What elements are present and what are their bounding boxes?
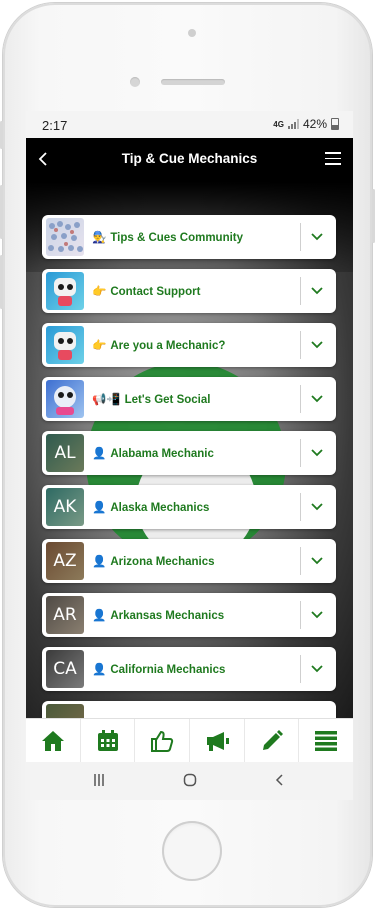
list-icon [315, 731, 338, 751]
list-item-arkansas-mechanics[interactable]: AR 👤 Arkansas Mechanics [42, 593, 336, 637]
mechanic-emoji: 👨‍🔧 [92, 232, 107, 244]
robot-thumbnail [46, 326, 84, 364]
person-icon: 👤 [92, 556, 107, 568]
volume-down-button [0, 255, 3, 309]
calendar-icon [97, 730, 118, 751]
chevron-down-icon[interactable] [309, 499, 325, 515]
robot-thumbnail [46, 272, 84, 310]
item-label: California Mechanics [110, 664, 226, 676]
list-item-arizona-mechanics[interactable]: AZ 👤 Arizona Mechanics [42, 539, 336, 583]
pencil-icon [262, 730, 283, 750]
volume-up-button [0, 185, 3, 239]
list-item-contact-support[interactable]: 👉 Contact Support [42, 269, 336, 313]
tab-menu[interactable] [299, 719, 353, 763]
earpiece-speaker [161, 79, 225, 85]
screen: 2:17 4G 42% Tip & Cue Mechanics [26, 111, 353, 800]
android-nav-bar [26, 762, 353, 800]
chevron-down-icon[interactable] [309, 229, 325, 245]
state-thumbnail-ak: AK [46, 488, 84, 526]
recent-apps-icon[interactable] [92, 773, 106, 787]
state-thumbnail-az: AZ [46, 542, 84, 580]
item-label: Tips & Cues Community [110, 232, 244, 244]
item-label: Alaska Mechanics [110, 502, 210, 514]
list-item-california-mechanics[interactable]: CA 👤 California Mechanics [42, 647, 336, 691]
person-icon: 👤 [92, 502, 107, 514]
home-icon [41, 731, 64, 751]
front-camera [130, 77, 140, 87]
tab-compose[interactable] [245, 719, 300, 763]
thumbs-up-icon [151, 730, 174, 752]
item-label: Are you a Mechanic? [110, 340, 226, 352]
list-item-lets-get-social[interactable]: 📢📲 Let's Get Social [42, 377, 336, 421]
tab-likes[interactable] [135, 719, 191, 763]
power-button [372, 189, 375, 243]
content-list[interactable]: 👨‍🔧 Tips & Cues Community 👉 Contact Suppor… [26, 182, 353, 718]
mute-switch [0, 121, 3, 149]
list-item-alaska-mechanics[interactable]: AK 👤 Alaska Mechanics [42, 485, 336, 529]
chevron-down-icon[interactable] [309, 553, 325, 569]
network-label: 4G [273, 119, 284, 129]
state-thumbnail-partial [46, 704, 84, 718]
state-thumbnail-al: AL [46, 434, 84, 472]
person-icon: 👤 [92, 610, 107, 622]
item-label: Contact Support [110, 286, 201, 298]
hamburger-menu-icon[interactable] [325, 152, 341, 166]
home-nav-icon[interactable] [183, 773, 197, 787]
signal-icon [287, 119, 299, 129]
tab-calendar[interactable] [81, 719, 136, 763]
list-item-are-you-a-mechanic[interactable]: 👉 Are you a Mechanic? [42, 323, 336, 367]
item-label: Arkansas Mechanics [110, 610, 225, 622]
app-header: Tip & Cue Mechanics [26, 138, 353, 182]
battery-percent: 42% [302, 117, 327, 131]
item-label: Alabama Mechanic [110, 448, 214, 460]
community-thumbnail [46, 218, 84, 256]
chevron-down-icon[interactable] [309, 391, 325, 407]
state-thumbnail-ca: CA [46, 650, 84, 688]
tab-announcements[interactable] [190, 719, 245, 763]
megaphone-icon [206, 732, 229, 751]
proximity-sensor [188, 29, 196, 37]
state-thumbnail-ar: AR [46, 596, 84, 634]
list-item-alabama-mechanic[interactable]: AL 👤 Alabama Mechanic [42, 431, 336, 475]
person-icon: 👤 [92, 448, 107, 460]
home-button[interactable] [162, 821, 222, 881]
chevron-down-icon[interactable] [309, 445, 325, 461]
item-label: Let's Get Social [124, 394, 211, 406]
battery-icon [331, 118, 339, 130]
chevron-down-icon[interactable] [309, 607, 325, 623]
page-title: Tip & Cue Mechanics [121, 151, 258, 166]
list-item-partial[interactable] [42, 701, 336, 718]
chevron-down-icon[interactable] [309, 661, 325, 677]
robot-thumbnail [46, 380, 84, 418]
chevron-down-icon[interactable] [309, 283, 325, 299]
pointing-emoji: 👉 [92, 286, 107, 298]
pointing-emoji: 👉 [92, 340, 107, 352]
chevron-down-icon[interactable] [309, 337, 325, 353]
back-nav-icon[interactable] [273, 773, 287, 787]
megaphone-phone-emoji: 📢📲 [92, 394, 121, 406]
person-icon: 👤 [92, 664, 107, 676]
tab-home[interactable] [26, 719, 81, 763]
bottom-tab-bar [26, 718, 353, 763]
status-time: 2:17 [42, 118, 68, 133]
item-label: Arizona Mechanics [110, 556, 215, 568]
status-bar: 2:17 4G 42% [26, 111, 353, 138]
list-item-tips-cues-community[interactable]: 👨‍🔧 Tips & Cues Community [42, 215, 336, 259]
